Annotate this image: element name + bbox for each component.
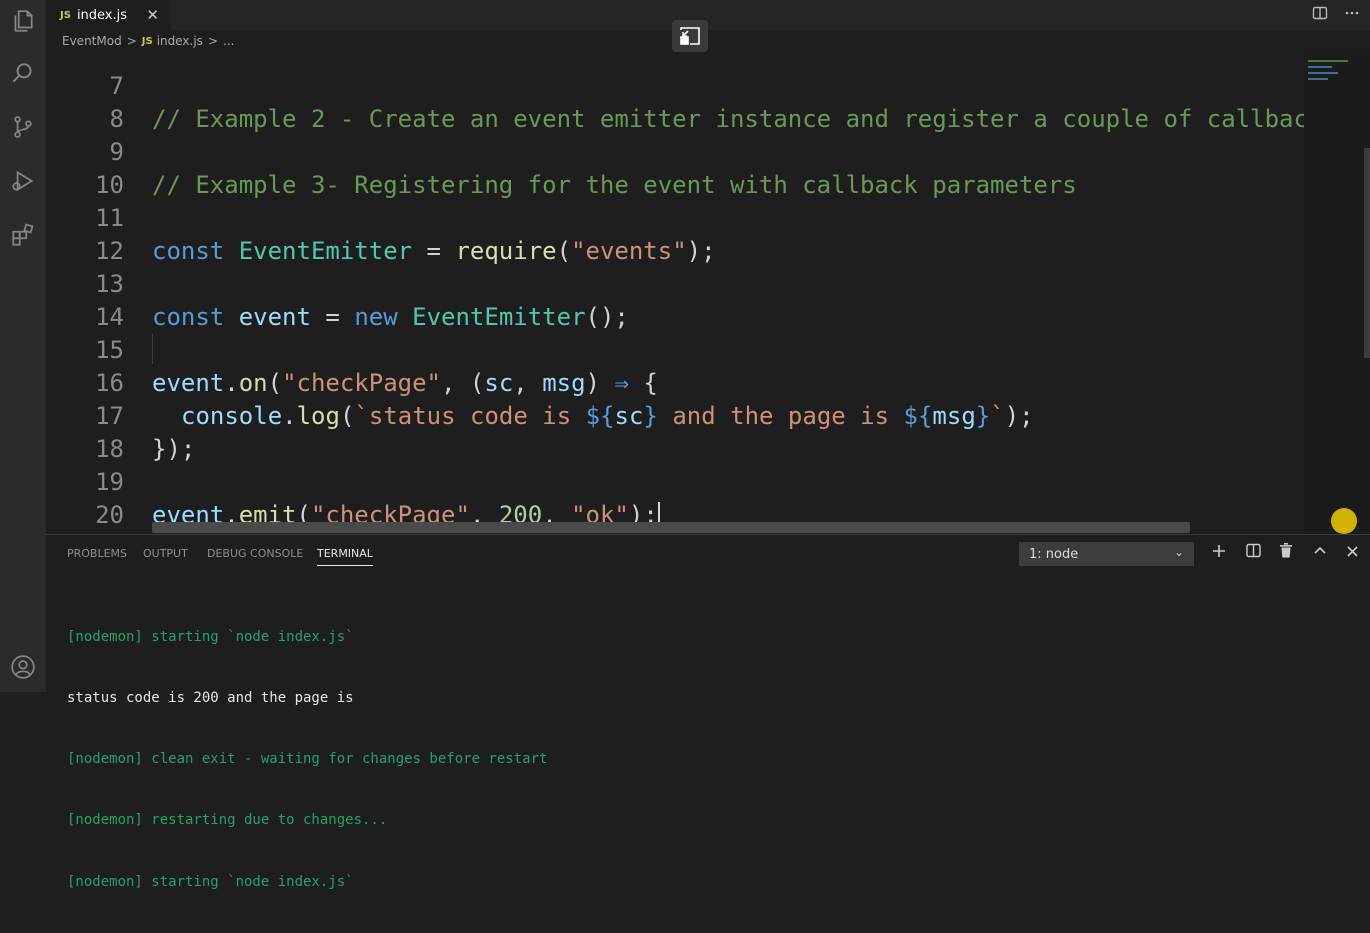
code-line-9: 9 // Example 3- Registering for the even… bbox=[46, 103, 1304, 199]
tab-terminal[interactable]: TERMINAL bbox=[317, 547, 373, 566]
tab-problems[interactable]: PROBLEMS bbox=[67, 547, 127, 560]
breadcrumb-file[interactable]: index.js bbox=[157, 34, 203, 48]
code-line-8: 8 bbox=[46, 70, 1304, 133]
terminal-line: [nodemon] clean exit - waiting for chang… bbox=[67, 751, 548, 768]
close-icon[interactable]: ✕ bbox=[146, 6, 159, 24]
chevron-down-icon: ⌄ bbox=[1173, 545, 1184, 559]
terminal-line: [nodemon] starting `node index.js` bbox=[67, 628, 354, 645]
tab-output[interactable]: OUTPUT bbox=[143, 547, 188, 560]
tab-label: index.js bbox=[76, 7, 128, 23]
line-number: 20 bbox=[95, 501, 124, 529]
code-line-10: 10 bbox=[46, 136, 1304, 199]
terminal-line: [nodemon] starting `node index.js` bbox=[67, 873, 354, 890]
horizontal-scrollbar[interactable] bbox=[152, 522, 1190, 533]
cursor-highlight bbox=[1331, 508, 1357, 534]
code-line-7: 7 // Example 2 - Create an event emitter… bbox=[46, 52, 1304, 133]
bottom-panel: PROBLEMS OUTPUT DEBUG CONSOLE TERMINAL 1… bbox=[46, 534, 1370, 890]
code-line-15: 15 event.on("checkPage", (sc, msg) ⇒ { bbox=[46, 301, 1304, 397]
code-line-14: 14 bbox=[46, 268, 1304, 331]
exit-pip-button[interactable] bbox=[672, 20, 708, 52]
tab-index-js[interactable]: JS index.js ✕ bbox=[46, 0, 171, 30]
code-line-17: 17 }); bbox=[46, 367, 1304, 463]
js-file-icon: JS bbox=[60, 9, 71, 21]
split-terminal-icon[interactable] bbox=[1246, 543, 1261, 563]
trash-icon[interactable] bbox=[1279, 543, 1293, 563]
terminal-line: status code is 200 and the page is bbox=[67, 690, 354, 707]
breadcrumb-folder[interactable]: EventMod bbox=[62, 34, 122, 48]
terminal-select-value: 1: node bbox=[1029, 546, 1079, 562]
terminal-select[interactable]: 1: node ⌄ bbox=[1019, 542, 1194, 566]
tab-debug-console[interactable]: DEBUG CONSOLE bbox=[207, 547, 303, 560]
code-editor[interactable]: 7 // Example 2 - Create an event emitter… bbox=[46, 52, 1304, 534]
editor-tab-bar: JS index.js ✕ bbox=[46, 0, 1370, 30]
code-line-13: 13 const event = new EventEmitter(); bbox=[46, 235, 1304, 331]
account-icon[interactable] bbox=[8, 652, 38, 682]
explorer-icon[interactable] bbox=[8, 6, 38, 36]
split-editor-icon[interactable] bbox=[1312, 5, 1328, 25]
source-control-icon[interactable] bbox=[8, 112, 38, 142]
close-panel-icon[interactable] bbox=[1346, 543, 1359, 563]
more-actions-icon[interactable] bbox=[1344, 5, 1360, 25]
js-file-icon: JS bbox=[141, 35, 153, 47]
vertical-scrollbar[interactable] bbox=[1364, 148, 1370, 358]
code-line-11: 11 const EventEmitter = require("events"… bbox=[46, 169, 1304, 265]
breadcrumb-separator: > bbox=[126, 34, 137, 48]
new-terminal-icon[interactable] bbox=[1212, 543, 1226, 563]
extensions-icon[interactable] bbox=[8, 220, 38, 250]
search-icon[interactable] bbox=[8, 58, 38, 88]
terminal-line: [nodemon] restarting due to changes... bbox=[67, 812, 388, 829]
breadcrumb-separator: > bbox=[207, 34, 218, 48]
code-line-16: 16 console.log(`status code is ${sc} and… bbox=[46, 334, 1304, 430]
chevron-up-icon[interactable] bbox=[1313, 543, 1327, 563]
code-line-18: 18 bbox=[46, 400, 1304, 463]
code-line-12: 12 bbox=[46, 202, 1304, 265]
code-line-20: 20 bbox=[46, 466, 1304, 529]
breadcrumb-more[interactable]: ... bbox=[223, 34, 234, 48]
terminal-output[interactable]: [nodemon] starting `node index.js` statu… bbox=[67, 586, 547, 933]
activity-bar bbox=[0, 0, 46, 692]
code-line-19: 19 event.emit("checkPage", 200, "ok"); bbox=[46, 433, 1304, 530]
minimap[interactable] bbox=[1304, 52, 1370, 534]
run-debug-icon[interactable] bbox=[8, 166, 38, 196]
